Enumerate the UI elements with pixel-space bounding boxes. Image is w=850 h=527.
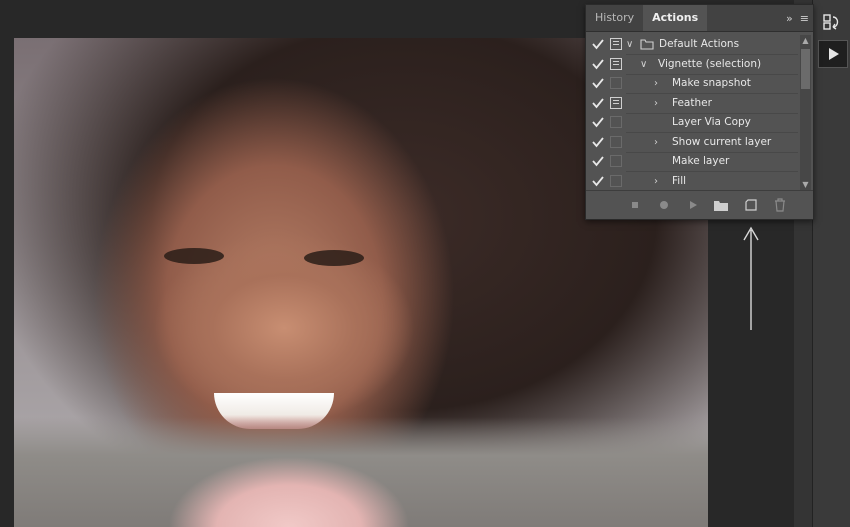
chevron-down-icon[interactable]: ∨ <box>640 55 647 74</box>
chevron-right-icon[interactable]: › <box>654 172 658 191</box>
arrow-annotation-icon <box>743 226 759 330</box>
photo-eye-right <box>304 250 364 266</box>
action-row-body[interactable]: › Feather <box>626 94 798 114</box>
action-row-body[interactable]: › Show current layer <box>626 133 798 153</box>
folder-icon <box>640 39 654 54</box>
dialog-toggle-icon[interactable] <box>610 116 622 128</box>
action-label: Make snapshot <box>672 77 751 89</box>
action-label: Vignette (selection) <box>658 57 762 70</box>
panel-menu-buttons: » ≡ <box>786 5 809 31</box>
checkmark-icon[interactable] <box>591 37 605 51</box>
tab-actions[interactable]: Actions <box>643 5 708 31</box>
checkmark-icon[interactable] <box>591 115 605 129</box>
action-row[interactable]: Make layer <box>586 152 798 172</box>
action-row-body[interactable]: ∨ Default Actions <box>626 35 798 55</box>
action-row[interactable]: › Show current layer <box>586 133 798 153</box>
tab-history[interactable]: History <box>586 5 643 31</box>
scroll-thumb[interactable] <box>801 49 810 89</box>
chevron-right-icon[interactable]: › <box>654 94 658 113</box>
dialog-toggle-icon[interactable] <box>610 77 622 89</box>
trash-icon[interactable] <box>772 197 788 213</box>
action-label: Default Actions <box>659 38 740 50</box>
chevron-right-icon[interactable]: › <box>654 74 658 93</box>
action-label: Make layer <box>672 155 730 167</box>
actions-footer-toolbar <box>586 190 813 219</box>
dialog-toggle-icon[interactable] <box>610 38 622 50</box>
record-icon[interactable] <box>656 197 672 213</box>
scroll-up-icon[interactable]: ▲ <box>800 35 811 47</box>
action-row-body[interactable]: ∨ Vignette (selection) <box>626 55 798 75</box>
action-row[interactable]: Layer Via Copy <box>586 113 798 133</box>
action-label: Fill <box>672 174 687 187</box>
collapse-icon[interactable]: » <box>786 12 793 25</box>
chevron-down-icon[interactable]: ∨ <box>626 35 633 54</box>
action-row-body[interactable]: › Fill <box>626 172 798 191</box>
checkmark-icon[interactable] <box>591 174 605 188</box>
dialog-toggle-icon[interactable] <box>610 174 622 187</box>
dialog-toggle-icon[interactable] <box>610 96 622 109</box>
photo-eye-left <box>164 248 224 264</box>
folder-icon[interactable] <box>713 197 729 213</box>
action-row[interactable]: › Fill <box>586 172 798 191</box>
checkmark-icon[interactable] <box>591 135 605 149</box>
actions-panel: History Actions » ≡ ∨ Default Actions ∨ Vig… <box>585 4 814 220</box>
action-row[interactable]: › Feather <box>586 94 798 114</box>
action-row[interactable]: ∨ Vignette (selection) <box>586 55 798 75</box>
stop-icon[interactable] <box>627 197 643 213</box>
action-label: Layer Via Copy <box>672 116 751 128</box>
panel-tab-bar: History Actions » ≡ <box>586 5 813 32</box>
checkmark-icon[interactable] <box>591 154 605 168</box>
action-row[interactable]: ∨ Default Actions <box>586 35 798 55</box>
chevron-right-icon[interactable]: › <box>654 133 658 152</box>
checkmark-icon[interactable] <box>591 76 605 90</box>
checkmark-icon[interactable] <box>591 96 605 110</box>
play-icon <box>829 48 839 60</box>
history-panel-button[interactable] <box>818 10 846 36</box>
panel-menu-icon[interactable]: ≡ <box>800 12 809 25</box>
action-label: Show current layer <box>672 135 772 148</box>
checkmark-icon[interactable] <box>591 57 605 71</box>
actions-panel-button[interactable] <box>818 40 848 68</box>
new-action-icon[interactable] <box>743 197 759 213</box>
photo-collar <box>164 432 414 527</box>
dialog-toggle-icon[interactable] <box>610 57 622 70</box>
action-row-body[interactable]: Make layer <box>626 152 798 172</box>
action-label: Feather <box>672 96 712 109</box>
dialog-toggle-icon[interactable] <box>610 155 622 167</box>
action-row-body[interactable]: Layer Via Copy <box>626 113 798 133</box>
panel-dock <box>812 0 850 527</box>
action-row-body[interactable]: › Make snapshot <box>626 74 798 94</box>
action-row[interactable]: › Make snapshot <box>586 74 798 94</box>
actions-list[interactable]: ∨ Default Actions ∨ Vignette (selection) › Ma… <box>586 35 798 191</box>
history-icon <box>823 14 839 30</box>
play-icon[interactable] <box>685 197 701 213</box>
actions-scrollbar[interactable]: ▲ ▼ <box>800 35 811 191</box>
dialog-toggle-icon[interactable] <box>610 135 622 148</box>
